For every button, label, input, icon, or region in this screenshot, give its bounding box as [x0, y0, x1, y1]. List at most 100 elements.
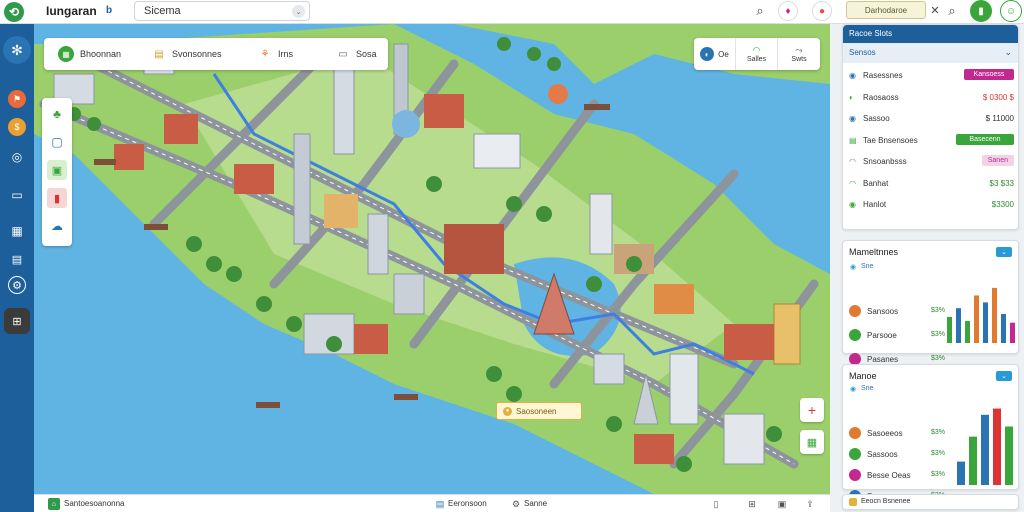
garage-icon[interactable]: ⊞: [4, 308, 30, 334]
markets-bar: [974, 295, 979, 343]
alert-icon[interactable]: ●: [812, 1, 832, 21]
footer-panel: Eeocn Bsnenee: [842, 494, 1019, 510]
tab-0[interactable]: ▦ Bhoonnan: [50, 41, 129, 67]
stats-row-icon: ◐: [849, 92, 854, 102]
stats-row-value: $ 11000: [985, 114, 1014, 123]
finance-bar: [1005, 426, 1013, 485]
stats-row-icon: ▤: [849, 135, 857, 145]
city-map[interactable]: ▦ Bhoonnan ▤ Svonsonnes ⚘ Irns ▭ Sosa ♣ …: [34, 24, 830, 494]
finance-row: Besse Oeas $3%: [849, 469, 945, 481]
bottom-share-icon[interactable]: ⇪: [804, 498, 816, 510]
search-input[interactable]: Sicema: [144, 5, 181, 17]
stats-row-value[interactable]: Kansoess: [964, 69, 1014, 80]
map-popup[interactable]: ● Saosoneen: [496, 402, 582, 420]
zoom-in-button[interactable]: +: [800, 398, 824, 422]
menu-icon[interactable]: ✻: [3, 36, 31, 64]
tab-1[interactable]: ▤ Svonsonnes: [144, 41, 230, 67]
stats-row-label: Tae Bnsensoes: [863, 135, 918, 145]
map-canvas[interactable]: [34, 24, 830, 494]
markets-sub-icon: ◉: [849, 264, 857, 271]
cloud-tool-icon[interactable]: ☁: [47, 216, 67, 236]
building-icon[interactable]: ▦: [8, 222, 26, 240]
markets-panel: Mameltnnes ⌄ Sne ◉ Sansoos $3% Parsooe $3% P…: [842, 240, 1019, 365]
stats-row-value[interactable]: Basecenn: [956, 133, 1014, 145]
tree-tool-icon[interactable]: ♣: [47, 104, 67, 124]
finance-bar: [993, 408, 1001, 485]
stats-row-label: Banhat: [863, 178, 889, 188]
bottom-grid-icon[interactable]: ⊞: [746, 498, 758, 510]
stats-row-icon: ◉: [849, 200, 856, 209]
markets-bar: [1001, 314, 1006, 343]
tab-3-icon: ▭: [338, 48, 348, 60]
popup-pin-icon: ●: [503, 406, 512, 416]
stats-row-label: Hanlot: [863, 200, 887, 209]
delete-tool-icon[interactable]: ▮: [47, 188, 67, 208]
bottom-left-label: Santoesoanonna: [64, 499, 125, 508]
stats-panel-subheader[interactable]: Sensos ⌄: [843, 43, 1018, 63]
stats-row-label: Sassoo: [863, 114, 890, 123]
fire-icon[interactable]: ⚑: [8, 90, 26, 108]
user-avatar[interactable]: ☺: [1000, 0, 1022, 22]
tab-3[interactable]: ▭ Sosa: [328, 41, 385, 67]
stats-row-value: $3300: [991, 200, 1014, 209]
tab-2-label: Irns: [278, 49, 294, 59]
finance-dropdown-button[interactable]: ⌄: [996, 371, 1012, 381]
markets-bar: [947, 316, 952, 343]
markets-row-value: $3%: [930, 307, 945, 314]
app-logo-icon[interactable]: ⟲: [4, 2, 24, 22]
search-icon[interactable]: ⌕: [752, 3, 768, 19]
bottom-home-icon[interactable]: ⌂: [48, 498, 60, 510]
bottom-right-label: Sanne: [524, 499, 548, 508]
frame-tool-icon[interactable]: ▢: [47, 132, 67, 152]
finance-row-icon: [849, 469, 861, 481]
chevron-down-icon[interactable]: ⌄: [1004, 47, 1012, 58]
markets-bar: [992, 287, 997, 343]
notification-icon[interactable]: ♦: [778, 1, 798, 21]
globe-icon[interactable]: ◎: [8, 148, 26, 166]
markets-row-value: $3%: [930, 331, 945, 338]
park-tool-icon[interactable]: ▣: [47, 160, 67, 180]
coin-icon[interactable]: $: [8, 118, 26, 136]
map-toggle-icon[interactable]: ▮: [970, 0, 992, 22]
top-bar: ⟲ Iungaran b Sicema ⌄ ⌕ ♦ ● Darhodaroe ✕…: [0, 0, 1024, 24]
bottom-file-icon[interactable]: ▯: [710, 498, 722, 510]
search-badge-icon[interactable]: ⌄: [292, 5, 305, 18]
bottom-tool-icon[interactable]: ⚙: [510, 498, 522, 510]
finance-panel-title: Manoe: [849, 371, 877, 381]
bottom-chart-icon[interactable]: ▤: [434, 498, 446, 510]
inbox-icon[interactable]: ▭: [8, 186, 26, 204]
settings-icon[interactable]: ⚙: [8, 276, 26, 294]
stats-panel: Racoe Slots Sensos ⌄ ◉ Rasessnes Kansoess ◐…: [842, 24, 1019, 230]
header-dropdown[interactable]: Darhodaroe: [846, 1, 926, 19]
bottom-camera-icon[interactable]: ▣: [776, 498, 788, 510]
stats-row-icon: ◠: [849, 178, 856, 188]
markets-row: Parsooe $3%: [849, 329, 945, 341]
layers-button[interactable]: ▦: [800, 430, 824, 454]
markets-bar: [965, 320, 970, 343]
map-control-1[interactable]: ◠ Salles: [736, 38, 778, 70]
app-title: Iungaran: [46, 4, 97, 18]
gauge-icon: ◠: [752, 45, 761, 55]
search-box[interactable]: Sicema ⌄: [134, 1, 310, 21]
tab-2-icon: ⚘: [260, 48, 270, 60]
tab-2[interactable]: ⚘ Irns: [250, 41, 301, 67]
stats-row-label: Rasessnes: [863, 71, 903, 80]
finance-bar: [957, 461, 965, 485]
app-badge: b: [106, 5, 113, 16]
header-search-icon[interactable]: ⌕: [944, 3, 960, 19]
document-icon[interactable]: ▤: [8, 250, 26, 268]
close-icon[interactable]: ✕: [928, 3, 942, 17]
stats-row-value[interactable]: Sanen: [981, 155, 1014, 166]
stats-row: ▤ Tae Bnsensoes Basecenn: [849, 133, 1014, 145]
route-icon: ⤳: [795, 45, 803, 55]
markets-row-icon: [849, 329, 861, 341]
stats-row-value: $ 0300 $: [982, 92, 1014, 102]
map-control-2[interactable]: ⤳ Swts: [778, 38, 820, 70]
stats-panel-sublabel: Sensos: [849, 48, 876, 57]
markets-row-label: Sansoos: [867, 306, 899, 316]
stats-row-label: Raosaoss: [863, 92, 899, 102]
stats-row: ◉ Hanlot $3300: [849, 200, 1014, 209]
map-control-0[interactable]: ◐ Oe: [694, 38, 736, 70]
markets-dropdown-button[interactable]: ⌄: [996, 247, 1012, 257]
markets-row-icon: [849, 305, 861, 317]
